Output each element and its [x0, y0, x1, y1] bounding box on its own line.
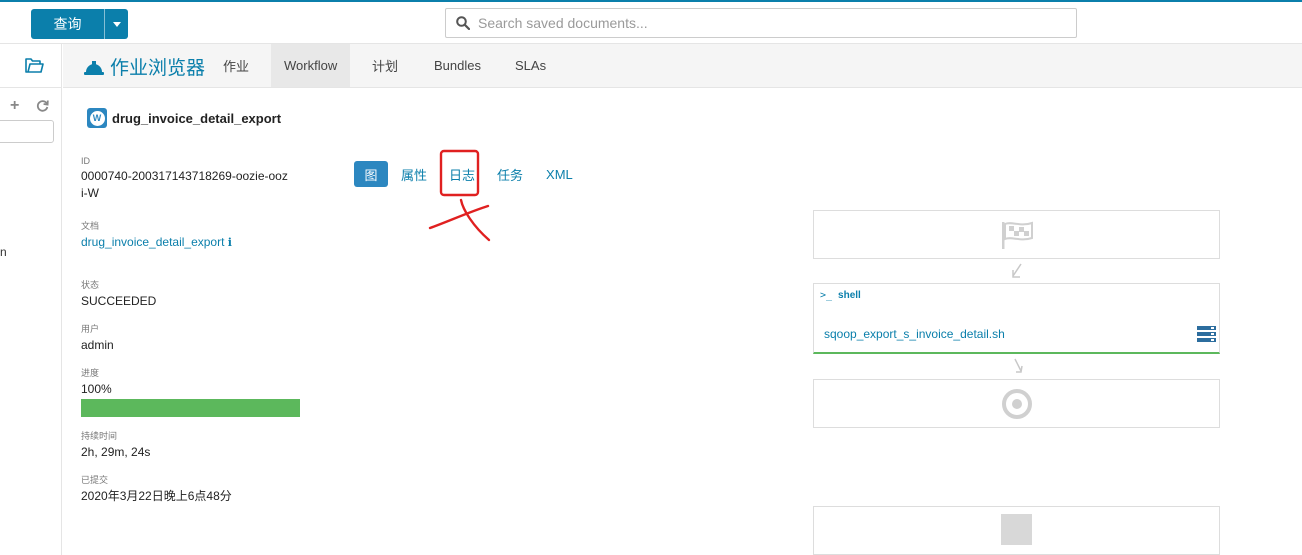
workflow-title: W drug_invoice_detail_export [87, 108, 281, 128]
meta-submitted: 已提交 2020年3月22日晚上6点48分 [81, 475, 232, 503]
query-button[interactable]: 查询 [31, 9, 105, 39]
query-button-group: 查询 [31, 9, 128, 39]
left-panel-header [0, 44, 61, 88]
nav-tab-jobs[interactable]: 作业 [210, 44, 262, 87]
caret-down-icon [112, 21, 121, 27]
tab-tasks[interactable]: 任务 [497, 161, 523, 187]
arrow-icon [1014, 358, 1023, 373]
graph-start-node[interactable] [813, 210, 1220, 259]
nav-tab-workflow[interactable]: Workflow [271, 44, 350, 87]
target-icon [1001, 388, 1032, 419]
user-value: admin [81, 338, 114, 352]
brand-title: 作业浏览器 [110, 58, 206, 79]
workflow-icon: W [87, 108, 107, 128]
left-assist-panel: + n [0, 44, 62, 555]
action-type-label: >_ shell [820, 290, 861, 301]
flag-checkered-icon [1001, 221, 1033, 249]
meta-status: 状态 SUCCEEDED [81, 280, 157, 308]
meta-document: 文档 drug_invoice_detail_export i [81, 219, 235, 251]
workflow-name: drug_invoice_detail_export [112, 110, 282, 126]
meta-user: 用户 admin [81, 324, 114, 352]
arrow-icon [1012, 263, 1022, 278]
brand[interactable]: 作业浏览器 [83, 53, 205, 80]
duration-value: 2h, 29m, 24s [81, 445, 151, 459]
graph-action-node[interactable]: >_ shell sqoop_export_s_invoice_detail.sh [813, 283, 1220, 354]
action-name-link[interactable]: sqoop_export_s_invoice_detail.sh [824, 327, 1005, 341]
tab-properties[interactable]: 属性 [401, 161, 427, 187]
status-value: SUCCEEDED [81, 294, 157, 308]
progress-bar [81, 399, 300, 417]
id-value-line2: i-W [81, 186, 99, 200]
nav-tab-schedule[interactable]: 计划 [359, 44, 411, 87]
search-input[interactable] [478, 15, 1058, 31]
search-box[interactable] [445, 8, 1077, 38]
graph-kill-node[interactable] [813, 506, 1220, 555]
search-icon [456, 16, 470, 30]
nav-tab-bundles[interactable]: Bundles [421, 44, 494, 87]
add-icon[interactable]: + [10, 97, 19, 115]
query-dropdown-toggle[interactable] [105, 9, 128, 39]
nav-tab-slas[interactable]: SLAs [502, 44, 559, 87]
stop-square-icon [1001, 514, 1032, 545]
graph-end-node[interactable] [813, 379, 1220, 428]
id-value-line1: 0000740-200317143718269-oozie-ooz [81, 169, 288, 183]
meta-duration: 持续时间 2h, 29m, 24s [81, 431, 151, 459]
hard-hat-icon [84, 60, 104, 75]
meta-progress: 进度 100% [81, 366, 300, 417]
top-bar: 查询 [0, 0, 1302, 44]
folder-open-icon[interactable] [24, 57, 44, 74]
document-link[interactable]: drug_invoice_detail_export [81, 235, 224, 249]
database-icon[interactable] [1197, 326, 1216, 342]
meta-id: ID 0000740-200317143718269-oozie-ooz i-W [81, 156, 288, 200]
terminal-icon: >_ [820, 290, 833, 301]
progress-value: 100% [81, 382, 112, 396]
left-panel-filter-input[interactable] [0, 120, 54, 143]
job-browser-navbar: 作业浏览器 作业 Workflow 计划 Bundles SLAs [63, 44, 1302, 88]
submitted-value: 2020年3月22日晚上6点48分 [81, 489, 232, 503]
red-annotation-mark [428, 149, 491, 242]
left-panel-item-text[interactable]: n [0, 245, 7, 259]
tab-graph[interactable]: 图 [354, 161, 388, 187]
info-icon[interactable]: i [228, 234, 235, 249]
refresh-icon[interactable] [36, 99, 49, 112]
tab-xml[interactable]: XML [546, 161, 573, 187]
